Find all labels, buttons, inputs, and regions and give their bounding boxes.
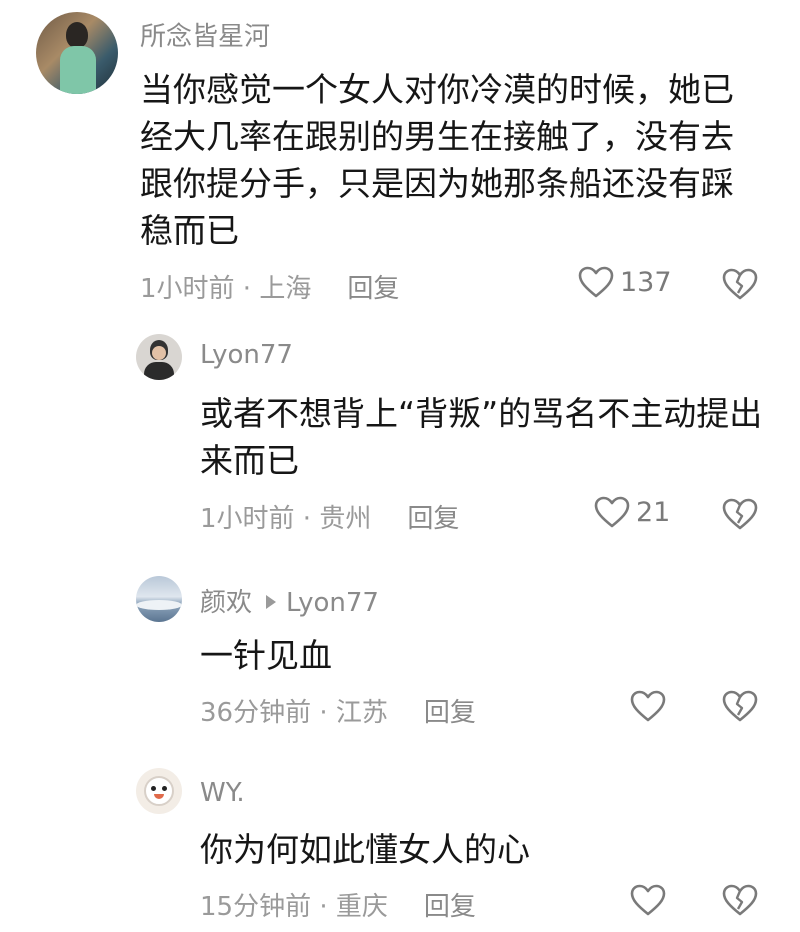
comment-text: 当你感觉一个女人对你冷漠的时候，她已经大几率在跟别的男生在接触了，没有去跟你提分…: [140, 70, 734, 250]
like-button[interactable]: [630, 884, 666, 916]
username[interactable]: WY.: [200, 778, 245, 808]
timestamp-location: 15分钟前 · 重庆: [200, 892, 388, 922]
comment-item: Lyon77 或者不想背上“背叛”的骂名不主动提出来而已 1小时前 · 贵州 回复…: [0, 320, 800, 560]
like-button[interactable]: [630, 690, 666, 722]
broken-heart-icon: [722, 498, 758, 534]
comment-item: 所念皆星河 当你感觉一个女人对你冷漠的时候，她已经大几率在跟别的男生在接触了，没…: [0, 0, 800, 320]
dislike-button[interactable]: [722, 268, 758, 304]
dislike-button[interactable]: [722, 498, 758, 534]
heart-outline-icon: [578, 266, 614, 298]
like-button[interactable]: 21: [594, 496, 670, 528]
reply-arrow-icon: [266, 594, 277, 609]
avatar[interactable]: [136, 768, 182, 814]
timestamp-location: 36分钟前 · 江苏: [200, 698, 388, 728]
avatar[interactable]: [136, 334, 182, 380]
reply-button[interactable]: 回复: [407, 504, 459, 534]
dislike-button[interactable]: [722, 690, 758, 726]
broken-heart-icon: [722, 268, 758, 304]
timestamp-location: 1小时前 · 上海: [140, 274, 312, 304]
comment-item: 颜欢 Lyon77 一针见血 36分钟前 · 江苏 回复: [0, 560, 800, 750]
reply-button[interactable]: 回复: [424, 892, 476, 922]
avatar[interactable]: [136, 576, 182, 622]
comment-meta: 15分钟前 · 重庆 回复: [200, 886, 476, 923]
username[interactable]: Lyon77: [200, 340, 293, 370]
avatar[interactable]: [36, 12, 118, 94]
username-link[interactable]: 颜欢: [200, 588, 252, 618]
comment-meta: 36分钟前 · 江苏 回复: [200, 692, 476, 729]
comment-meta: 1小时前 · 上海 回复: [140, 268, 399, 305]
comment-meta: 1小时前 · 贵州 回复: [200, 498, 459, 535]
dislike-button[interactable]: [722, 884, 758, 920]
reply-to-username[interactable]: Lyon77: [286, 588, 379, 618]
comment-text: 或者不想背上“背叛”的骂名不主动提出来而已: [200, 394, 763, 480]
timestamp-location: 1小时前 · 贵州: [200, 504, 372, 534]
broken-heart-icon: [722, 884, 758, 920]
heart-outline-icon: [630, 884, 666, 916]
reply-button[interactable]: 回复: [347, 274, 399, 304]
like-button[interactable]: 137: [578, 266, 672, 298]
heart-outline-icon: [594, 496, 630, 528]
comment-item: WY. 你为何如此懂女人的心 15分钟前 · 重庆 回复: [0, 750, 800, 932]
broken-heart-icon: [722, 690, 758, 726]
comment-text: 一针见血: [200, 636, 332, 675]
reply-button[interactable]: 回复: [424, 698, 476, 728]
like-count: 137: [620, 266, 672, 298]
username: 颜欢 Lyon77: [200, 582, 379, 619]
username[interactable]: 所念皆星河: [140, 16, 270, 53]
like-count: 21: [636, 496, 671, 528]
heart-outline-icon: [630, 690, 666, 722]
comment-text: 你为何如此懂女人的心: [200, 830, 530, 869]
